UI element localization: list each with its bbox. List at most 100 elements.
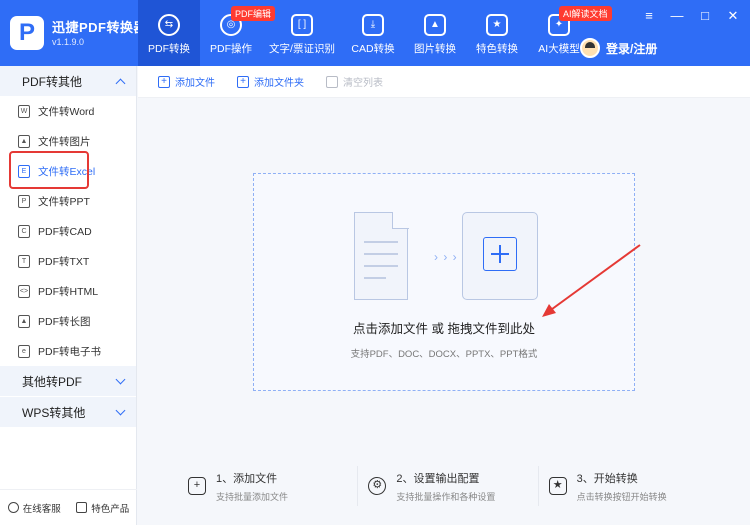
- sidebar-item-to-excel[interactable]: E 文件转Excel: [0, 156, 136, 186]
- doc-line: [364, 265, 398, 267]
- sidebar-item-to-html[interactable]: <> PDF转HTML: [0, 276, 136, 306]
- clear-list-button[interactable]: 清空列表: [326, 74, 383, 89]
- chevron-down-icon: [115, 374, 126, 384]
- file-dropzone[interactable]: › › › 点击添加文件 或 拖拽文件到此处 支持PDF、DOC、DOCX、PP…: [253, 173, 635, 391]
- add-folder-icon: +: [237, 75, 249, 88]
- doc-line: [364, 241, 398, 243]
- close-icon[interactable]: ✕: [726, 8, 740, 24]
- toolbar: + 添加文件 + 添加文件夹 清空列表: [138, 66, 750, 98]
- sidebar-item-label: PDF转HTML: [38, 285, 99, 298]
- flow-arrows-icon: › › ›: [434, 250, 458, 264]
- add-file-button[interactable]: + 添加文件: [158, 74, 215, 89]
- dropzone-subtitle: 支持PDF、DOC、DOCX、PPTX、PPT格式: [350, 349, 538, 360]
- sidebar-item-label: 文件转Word: [38, 105, 95, 118]
- add-folder-label: 添加文件夹: [254, 78, 304, 89]
- step-desc: 支持批量添加文件: [216, 491, 289, 502]
- group-label: WPS转其他: [22, 405, 86, 420]
- sidebar-group-wps-to-other[interactable]: WPS转其他: [0, 397, 136, 427]
- featured-products-button[interactable]: 特色产品: [76, 501, 129, 515]
- nav-cad-convert[interactable]: ⤓ CAD转换: [342, 0, 404, 66]
- word-file-icon: W: [18, 104, 30, 118]
- dropzone-title: 点击添加文件 或 拖拽文件到此处: [353, 322, 535, 336]
- add-step-icon: +: [188, 477, 206, 495]
- nav-label: PDF转换: [148, 43, 190, 55]
- sidebar: PDF转其他 W 文件转Word ▲ 文件转图片 E 文件转Excel P 文件…: [0, 66, 137, 525]
- step-start-convert: ★ 3、开始转换 点击转换按钮开始转换: [539, 466, 718, 506]
- main-content: › › › 点击添加文件 或 拖拽文件到此处 支持PDF、DOC、DOCX、PP…: [138, 98, 750, 525]
- plus-icon: [483, 237, 517, 271]
- ppt-file-icon: P: [18, 194, 30, 208]
- app-name: 迅捷PDF转换器: [52, 20, 148, 35]
- doc-line: [364, 277, 386, 279]
- sidebar-item-to-image[interactable]: ▲ 文件转图片: [0, 126, 136, 156]
- step-desc: 点击转换按钮开始转换: [576, 491, 667, 502]
- add-file-box[interactable]: [462, 212, 538, 300]
- sidebar-item-to-long-image[interactable]: ▲ PDF转长图: [0, 306, 136, 336]
- nav-badge-ai: AI解读文档: [559, 6, 612, 21]
- online-service-button[interactable]: 在线客服: [7, 501, 61, 515]
- gear-icon: ⚙: [368, 477, 387, 495]
- sidebar-item-label: 文件转Excel: [38, 165, 96, 178]
- nav-label: CAD转换: [351, 43, 395, 55]
- sidebar-item-label: PDF转电子书: [38, 345, 101, 358]
- nav-image-convert[interactable]: ▲ 图片转换: [404, 0, 466, 66]
- login-label: 登录/注册: [606, 41, 658, 56]
- long-image-icon: ▲: [18, 314, 30, 328]
- login-button[interactable]: 登录/注册: [580, 38, 657, 58]
- nav-label: PDF操作: [210, 43, 252, 55]
- maximize-icon[interactable]: □: [698, 8, 712, 24]
- sidebar-footer: 在线客服 特色产品: [0, 489, 137, 525]
- headset-icon: [7, 502, 19, 513]
- add-file-icon: +: [158, 75, 170, 88]
- step-add-file: + 1、添加文件 支持批量添加文件: [178, 466, 359, 506]
- convert-icon: ⇆: [158, 14, 180, 36]
- sidebar-item-label: PDF转TXT: [38, 255, 90, 268]
- sidebar-group-other-to-pdf[interactable]: 其他转PDF: [0, 366, 136, 396]
- sidebar-item-to-ppt[interactable]: P 文件转PPT: [0, 186, 136, 216]
- online-service-label: 在线客服: [22, 503, 61, 515]
- nav-pdf-operation[interactable]: PDF编辑 ◎ PDF操作: [200, 0, 276, 66]
- sidebar-item-label: 文件转图片: [38, 135, 91, 148]
- nav-label: 文字/票证识别: [269, 43, 335, 55]
- app-header: P 迅捷PDF转换器 v1.1.9.0 ⇆ PDF转换 PDF编辑 ◎ PDF操…: [0, 0, 750, 66]
- step-title: 3、开始转换: [576, 472, 638, 485]
- sidebar-group-pdf-to-other[interactable]: PDF转其他: [0, 66, 136, 96]
- trash-icon: [326, 75, 338, 88]
- avatar: [580, 38, 600, 58]
- app-version: v1.1.9.0: [52, 37, 85, 47]
- ocr-icon: [ ]: [291, 14, 313, 36]
- sidebar-item-label: PDF转长图: [38, 315, 91, 328]
- sidebar-item-to-cad[interactable]: C PDF转CAD: [0, 216, 136, 246]
- featured-products-label: 特色产品: [91, 503, 130, 515]
- minimize-icon[interactable]: —: [670, 8, 684, 24]
- excel-file-icon: E: [18, 164, 30, 178]
- convert-step-icon: ★: [548, 477, 567, 495]
- grid-icon: [76, 502, 88, 513]
- star-icon: ★: [486, 14, 508, 36]
- cad-icon: ⤓: [362, 14, 384, 36]
- sidebar-item-to-txt[interactable]: T PDF转TXT: [0, 246, 136, 276]
- menu-icon[interactable]: ≡: [642, 8, 656, 24]
- sidebar-item-to-ebook[interactable]: e PDF转电子书: [0, 336, 136, 366]
- clear-list-label: 清空列表: [343, 78, 383, 89]
- app-logo: P: [10, 16, 44, 50]
- doc-line: [364, 253, 398, 255]
- nav-feature-convert[interactable]: ★ 特色转换: [466, 0, 528, 66]
- add-file-label: 添加文件: [175, 78, 215, 89]
- image-icon: ▲: [424, 14, 446, 36]
- html-file-icon: <>: [18, 284, 30, 298]
- sidebar-item-label: PDF转CAD: [38, 225, 92, 238]
- nav-ocr[interactable]: [ ] 文字/票证识别: [262, 0, 342, 66]
- group-label: 其他转PDF: [22, 374, 83, 389]
- window-controls: ≡ — □ ✕: [642, 8, 740, 24]
- top-nav: ⇆ PDF转换 PDF编辑 ◎ PDF操作 [ ] 文字/票证识别 ⤓ CAD转…: [138, 0, 612, 66]
- step-title: 2、设置输出配置: [396, 472, 480, 485]
- group-label: PDF转其他: [22, 74, 83, 89]
- cad-file-icon: C: [18, 224, 30, 238]
- add-folder-button[interactable]: + 添加文件夹: [237, 74, 304, 89]
- chevron-up-icon: [115, 78, 126, 88]
- nav-pdf-convert[interactable]: ⇆ PDF转换: [138, 0, 200, 66]
- step-title: 1、添加文件: [216, 472, 278, 485]
- sidebar-item-to-word[interactable]: W 文件转Word: [0, 96, 136, 126]
- nav-label: 特色转换: [476, 43, 518, 55]
